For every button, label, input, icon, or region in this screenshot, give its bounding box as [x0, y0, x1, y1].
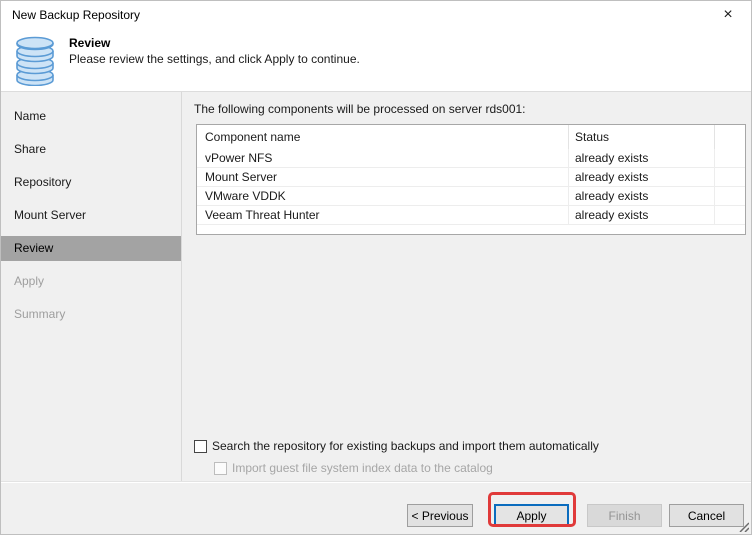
wizard-steps-sidebar: Name Share Repository Mount Server Revie… [1, 92, 181, 335]
component-name-cell: VMware VDDK [197, 187, 569, 205]
table-row[interactable]: vPower NFS already exists [197, 149, 745, 168]
sidebar-item-summary: Summary [1, 302, 181, 327]
search-repository-label: Search the repository for existing backu… [212, 439, 599, 453]
import-index-checkbox-row: Import guest file system index data to t… [214, 461, 493, 475]
database-icon [14, 36, 56, 86]
table-row[interactable]: Mount Server already exists [197, 168, 745, 187]
wizard-header: Review Please review the settings, and c… [1, 29, 751, 91]
sidebar-item-review[interactable]: Review [1, 236, 181, 261]
status-cell: already exists [569, 206, 715, 224]
sidebar-separator [181, 92, 182, 482]
table-row[interactable]: VMware VDDK already exists [197, 187, 745, 206]
import-index-label: Import guest file system index data to t… [232, 461, 493, 475]
status-cell: already exists [569, 168, 715, 186]
table-row[interactable]: Veeam Threat Hunter already exists [197, 206, 745, 225]
apply-button[interactable]: Apply [494, 504, 569, 527]
component-name-cell: vPower NFS [197, 149, 569, 167]
sidebar-item-mount-server[interactable]: Mount Server [1, 203, 181, 228]
component-name-cell: Veeam Threat Hunter [197, 206, 569, 224]
component-name-cell: Mount Server [197, 168, 569, 186]
resize-grip[interactable] [737, 520, 749, 532]
previous-button[interactable]: < Previous [407, 504, 473, 527]
footer-divider [1, 482, 751, 483]
search-repository-checkbox-row: Search the repository for existing backu… [194, 439, 599, 453]
cancel-button[interactable]: Cancel [669, 504, 744, 527]
sidebar-item-apply: Apply [1, 269, 181, 294]
finish-button: Finish [587, 504, 662, 527]
sidebar-item-repository[interactable]: Repository [1, 170, 181, 195]
components-instruction: The following components will be process… [194, 102, 526, 116]
close-button[interactable]: × [709, 1, 747, 29]
column-header-component-name[interactable]: Component name [197, 125, 569, 149]
status-cell: already exists [569, 149, 715, 167]
title-bar: New Backup Repository × [1, 1, 751, 29]
sidebar-item-name[interactable]: Name [1, 104, 181, 129]
import-index-checkbox [214, 462, 227, 475]
search-repository-checkbox[interactable] [194, 440, 207, 453]
close-icon: × [723, 7, 732, 23]
step-title: Review [69, 36, 110, 50]
window-title: New Backup Repository [12, 1, 140, 29]
new-backup-repository-dialog: New Backup Repository × Review Please re… [0, 0, 752, 535]
sidebar-item-share[interactable]: Share [1, 137, 181, 162]
step-subtitle: Please review the settings, and click Ap… [69, 52, 360, 66]
column-header-extra [715, 125, 745, 149]
components-table: Component name Status vPower NFS already… [196, 124, 746, 235]
table-header-row: Component name Status [197, 125, 745, 149]
status-cell: already exists [569, 187, 715, 205]
column-header-status[interactable]: Status [569, 125, 715, 149]
